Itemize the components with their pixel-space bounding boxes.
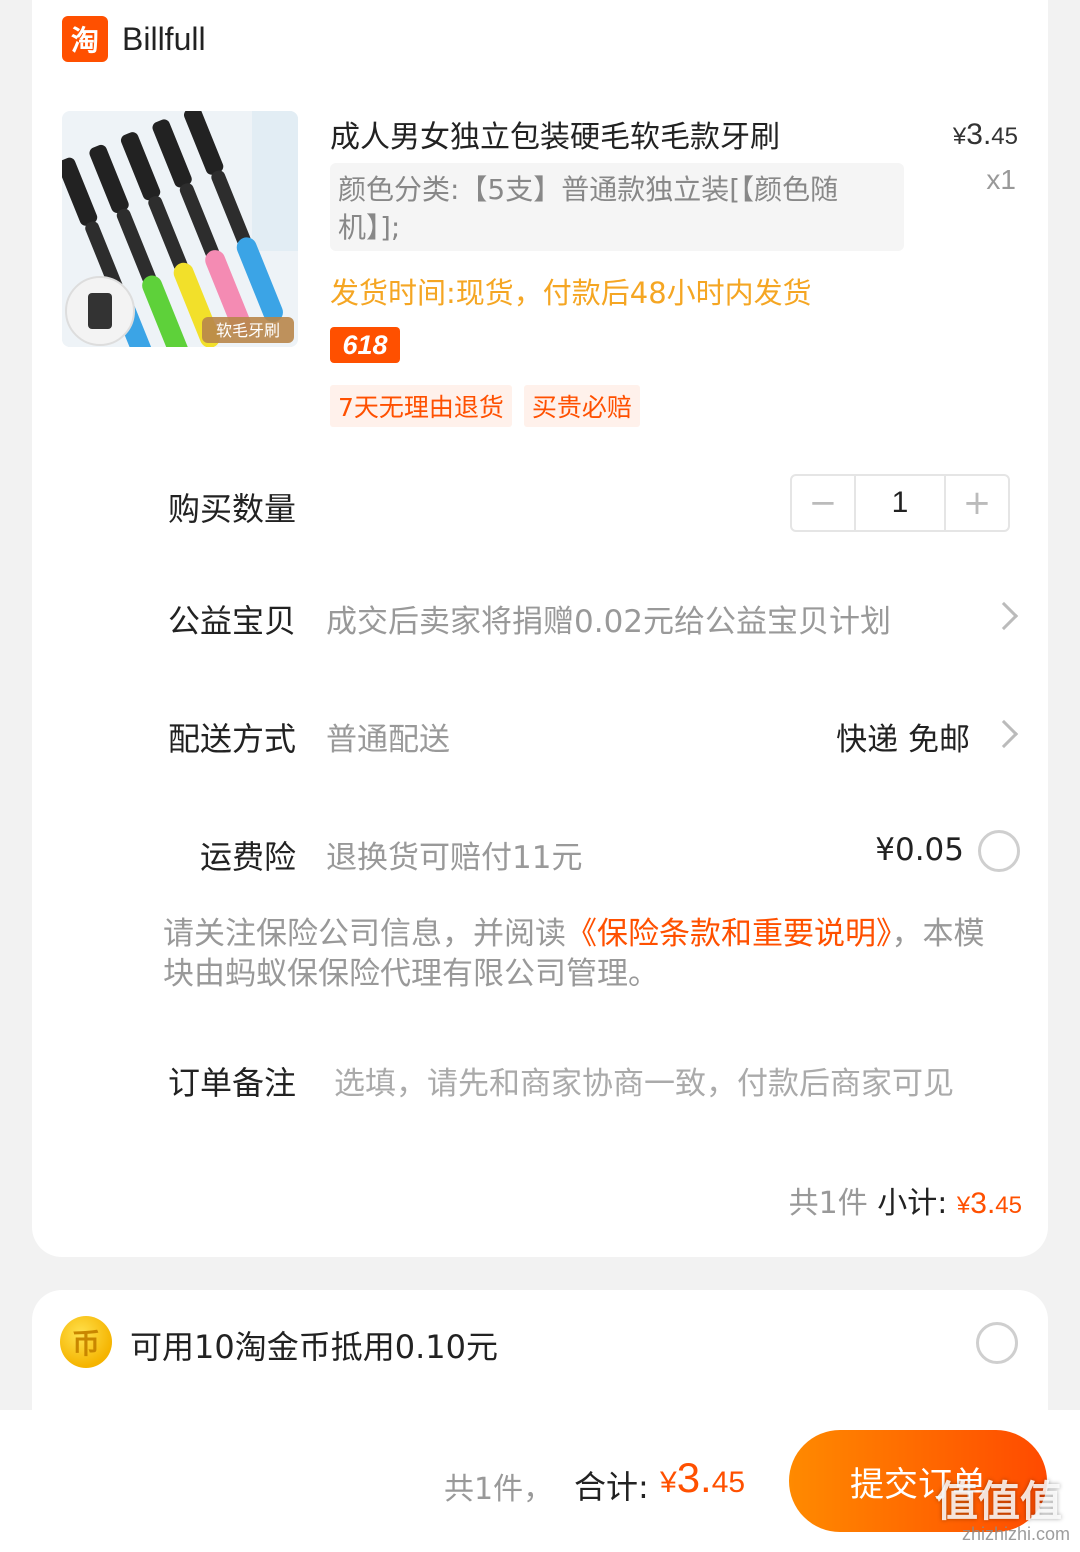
remark-label: 订单备注 xyxy=(167,1064,296,1102)
service-tags: 7天无理由退货 买贵必赔 xyxy=(330,385,640,427)
coin-offset-text: 可用10淘金币抵用0.10元 xyxy=(130,1328,498,1366)
product-image[interactable]: 软毛牙刷 xyxy=(62,111,298,347)
delivery-label: 配送方式 xyxy=(167,720,296,758)
subtotal-amount: ¥3.45 xyxy=(957,1187,1022,1220)
coin-radio[interactable] xyxy=(976,1322,1018,1364)
insurance-label: 运费险 xyxy=(199,838,296,876)
remark-input[interactable]: 选填，请先和商家协商一致，付款后商家可见 xyxy=(334,1058,954,1103)
product-quantity: x1 xyxy=(986,164,1016,195)
promo-badge-618: 618 xyxy=(330,327,400,363)
quantity-stepper[interactable]: − 1 + xyxy=(790,474,1010,532)
product-price-yen: ¥ xyxy=(952,123,967,150)
image-caption: 软毛牙刷 xyxy=(216,321,280,340)
total-amount: ¥3.45 xyxy=(660,1454,745,1502)
delivery-value: 普通配送 xyxy=(326,722,450,758)
delivery-method: 快递 免邮 xyxy=(836,722,970,758)
total-label: 合计: xyxy=(574,1468,649,1506)
quantity-value[interactable]: 1 xyxy=(854,476,946,530)
total-count: 共1件， xyxy=(444,1472,554,1507)
checkout-bar: 共1件， 合计: ¥3.45 提交订单 xyxy=(0,1410,1080,1552)
delivery-row[interactable]: 配送方式 普通配送 快递 免邮 xyxy=(32,710,1048,770)
insurance-radio[interactable] xyxy=(978,830,1020,872)
subtotal-label: 小计: xyxy=(877,1186,948,1221)
subtotal: 共1件 小计: ¥3.45 xyxy=(789,1178,1022,1222)
total-yen: ¥ xyxy=(660,1466,677,1499)
minus-button[interactable]: − xyxy=(792,476,854,530)
subtotal-yen: ¥ xyxy=(956,1192,971,1219)
sku-selection[interactable]: 颜色分类:【5支】普通款独立装[【颜色随机】]; xyxy=(330,163,904,251)
shop-name[interactable]: Billfull xyxy=(122,21,206,58)
total-dec: 45 xyxy=(711,1466,746,1499)
charity-value: 成交后卖家将捐赠0.02元给公益宝贝计划 xyxy=(326,604,892,640)
toothbrush-image: 软毛牙刷 xyxy=(62,111,298,347)
watermark-logo: 值值值 xyxy=(935,1477,1062,1526)
ship-time: 发货时间:现货，付款后48小时内发货 xyxy=(330,276,812,310)
subtotal-count: 共1件 xyxy=(788,1186,868,1221)
product-price: ¥3.45 xyxy=(953,118,1018,152)
product-price-int: 3. xyxy=(966,118,992,151)
quantity-label: 购买数量 xyxy=(167,490,296,528)
insurance-note: 请关注保险公司信息，并阅读《保险条款和重要说明》，本模块由蚂蚁保保险代理有限公司… xyxy=(163,914,1013,994)
taobao-logo-icon: 淘 xyxy=(62,16,108,62)
chevron-right-icon xyxy=(989,601,1019,631)
total-int: 3. xyxy=(676,1454,712,1501)
coin-card: 币 可用10淘金币抵用0.10元 xyxy=(32,1290,1048,1430)
remark-row: 订单备注 选填，请先和商家协商一致，付款后商家可见 xyxy=(32,1054,1048,1114)
subtotal-dec: 45 xyxy=(995,1192,1022,1219)
gold-coin-icon: 币 xyxy=(60,1316,112,1368)
insurance-terms-link[interactable]: 《保险条款和重要说明》 xyxy=(566,916,892,952)
insurance-row: 运费险 退换货可赔付11元 ¥0.05 xyxy=(32,828,1048,888)
insurance-value: 退换货可赔付11元 xyxy=(326,840,583,876)
order-card: 淘 Billfull 软毛牙刷 成人男女独立包装硬毛软毛款牙刷 ¥3.45 x1… xyxy=(32,0,1048,1257)
product-price-dec: 45 xyxy=(991,123,1018,150)
plus-button[interactable]: + xyxy=(946,476,1008,530)
charity-label: 公益宝贝 xyxy=(167,602,296,640)
subtotal-int: 3. xyxy=(970,1187,996,1220)
tag-price-guarantee: 买贵必赔 xyxy=(523,385,640,427)
watermark-url: zhizhizhi.com xyxy=(961,1524,1070,1544)
charity-row[interactable]: 公益宝贝 成交后卖家将捐赠0.02元给公益宝贝计划 xyxy=(32,592,1048,652)
shop-header[interactable]: 淘 Billfull xyxy=(62,16,206,62)
product-title[interactable]: 成人男女独立包装硬毛软毛款牙刷 xyxy=(330,112,780,156)
tag-7day-return: 7天无理由退货 xyxy=(330,385,512,427)
insurance-note-pre: 请关注保险公司信息，并阅读 xyxy=(163,916,566,952)
chevron-right-icon xyxy=(989,719,1019,749)
insurance-price: ¥0.05 xyxy=(875,832,964,868)
